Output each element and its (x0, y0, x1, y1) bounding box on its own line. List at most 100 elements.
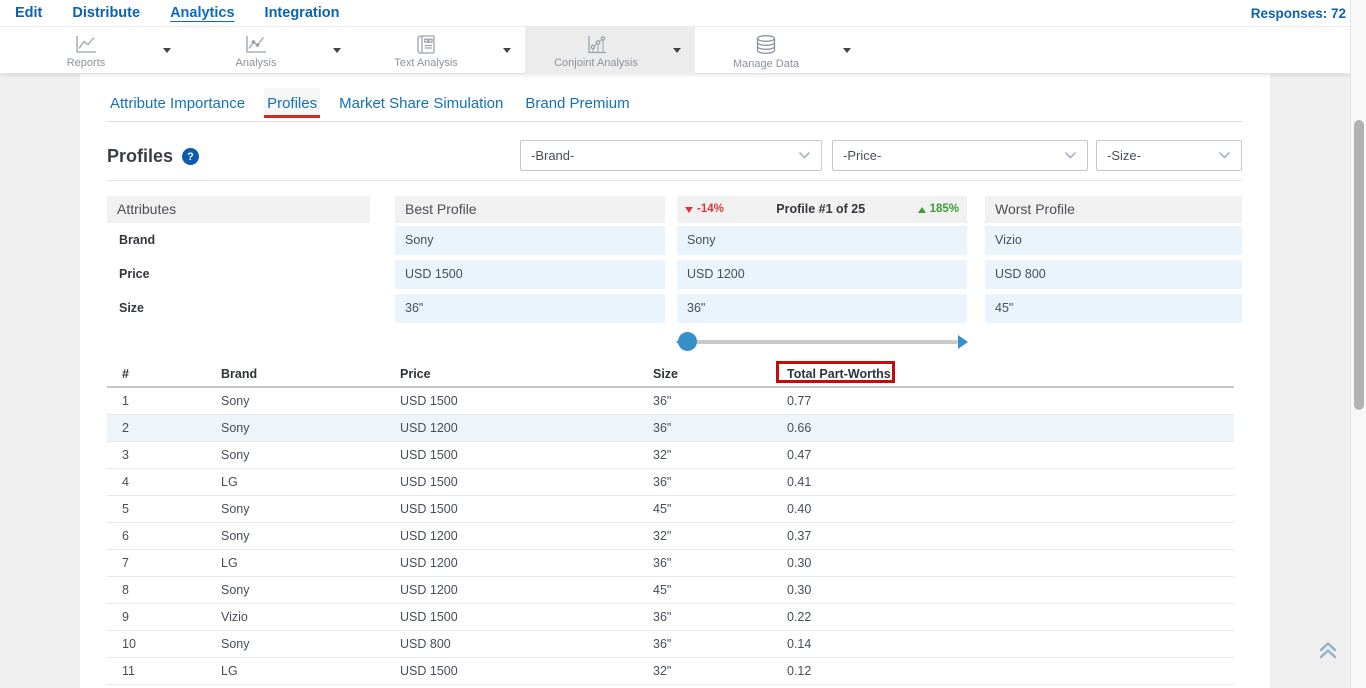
profile-slider-track[interactable] (688, 340, 958, 344)
row-number: 2 (122, 421, 129, 435)
row-number: 3 (122, 448, 129, 462)
chevron-down-icon[interactable] (843, 48, 851, 53)
brand-filter-dropdown[interactable]: -Brand- (520, 140, 822, 171)
row-price: USD 1500 (400, 502, 458, 516)
row-size: 32" (653, 664, 671, 678)
header-size: Size (653, 367, 678, 381)
table-row[interactable]: 4 LG USD 1500 36" 0.41 (107, 469, 1234, 496)
row-price: USD 1200 (400, 529, 458, 543)
table-row[interactable]: 5 Sony USD 1500 45" 0.40 (107, 496, 1234, 523)
chevron-down-icon[interactable] (503, 48, 511, 53)
row-size: 45" (653, 502, 671, 516)
best-profile-column-header: Best Profile (395, 196, 665, 223)
current-profile-brand-cell: Sony (677, 226, 967, 255)
header-number: # (122, 367, 129, 381)
worst-profile-brand-cell: Vizio (985, 226, 1242, 255)
tab-brand-premium[interactable]: Brand Premium (522, 88, 632, 118)
row-brand: Sony (221, 583, 250, 597)
profiles-tab-bar: Attribute Importance Profiles Market Sha… (107, 88, 1242, 122)
price-filter-dropdown[interactable]: -Price- (832, 140, 1088, 171)
annotation-box (776, 361, 895, 383)
worst-profile-size-cell: 45" (985, 294, 1242, 323)
table-row[interactable]: 9 Vizio USD 1500 36" 0.22 (107, 604, 1234, 631)
brand-filter-value: -Brand- (531, 148, 574, 163)
row-number: 5 (122, 502, 129, 516)
toolbar-item-label: Text Analysis (394, 57, 458, 69)
menu-item-distribute[interactable]: Distribute (72, 0, 140, 27)
tab-market-share-simulation[interactable]: Market Share Simulation (336, 88, 506, 118)
row-number: 1 (122, 394, 129, 408)
chevron-down-icon[interactable] (163, 48, 171, 53)
row-price: USD 1500 (400, 448, 458, 462)
line-chart-dots-icon (243, 34, 269, 55)
menu-item-edit[interactable]: Edit (15, 0, 42, 27)
table-row[interactable]: 8 Sony USD 1200 45" 0.30 (107, 577, 1234, 604)
row-brand: LG (221, 556, 238, 570)
decrease-badge: -14% (685, 196, 724, 223)
size-filter-dropdown[interactable]: -Size- (1096, 140, 1242, 171)
profile-slider-handle[interactable] (678, 332, 697, 351)
table-row[interactable]: 1 Sony USD 1500 36" 0.77 (107, 388, 1234, 415)
text-document-icon (414, 34, 438, 55)
menu-item-analytics[interactable]: Analytics (170, 0, 234, 27)
scrollbar-thumb[interactable] (1354, 120, 1364, 410)
row-size: 36" (653, 637, 671, 651)
row-brand: Vizio (221, 610, 248, 624)
attribute-label-price: Price (107, 260, 370, 289)
slider-next-arrow-icon[interactable] (958, 335, 968, 349)
row-number: 7 (122, 556, 129, 570)
row-size: 32" (653, 448, 671, 462)
toolbar-item-label: Analysis (236, 57, 277, 69)
row-size: 36" (653, 421, 671, 435)
toolbar-item-reports[interactable]: Reports (15, 27, 185, 74)
chevron-down-icon[interactable] (673, 48, 681, 53)
table-row[interactable]: 10 Sony USD 800 36" 0.14 (107, 631, 1234, 658)
table-row[interactable]: 3 Sony USD 1500 32" 0.47 (107, 442, 1234, 469)
profiles-table: # Brand Price Size Total Part-Worths 1 S… (107, 362, 1234, 685)
best-profile-brand-cell: Sony (395, 226, 665, 255)
row-brand: Sony (221, 502, 250, 516)
size-filter-value: -Size- (1107, 148, 1141, 163)
row-number: 10 (122, 637, 136, 651)
row-price: USD 1200 (400, 421, 458, 435)
row-number: 11 (122, 664, 135, 678)
table-row[interactable]: 11 LG USD 1500 32" 0.12 (107, 658, 1234, 685)
row-size: 45" (653, 583, 671, 597)
tab-profiles[interactable]: Profiles (264, 88, 320, 118)
row-total-part-worth: 0.66 (787, 421, 811, 435)
current-profile-size-cell: 36" (677, 294, 967, 323)
row-total-part-worth: 0.12 (787, 664, 811, 678)
table-row[interactable]: 2 Sony USD 1200 36" 0.66 (107, 415, 1234, 442)
price-filter-value: -Price- (843, 148, 881, 163)
line-chart-icon (73, 34, 99, 55)
row-brand: LG (221, 475, 238, 489)
row-brand: Sony (221, 448, 250, 462)
vertical-scrollbar[interactable] (1350, 0, 1366, 688)
tab-attribute-importance[interactable]: Attribute Importance (107, 88, 248, 118)
table-row[interactable]: 7 LG USD 1200 36" 0.30 (107, 550, 1234, 577)
row-total-part-worth: 0.30 (787, 556, 811, 570)
double-chevron-up-icon (1313, 637, 1343, 665)
row-brand: Sony (221, 421, 250, 435)
toolbar-item-text-analysis[interactable]: Text Analysis (355, 27, 525, 74)
table-row[interactable]: 6 Sony USD 1200 32" 0.37 (107, 523, 1234, 550)
menu-item-integration[interactable]: Integration (265, 0, 340, 27)
help-icon[interactable]: ? (182, 148, 199, 165)
row-total-part-worth: 0.14 (787, 637, 811, 651)
increase-badge: 185% (918, 196, 959, 223)
attributes-column-header: Attributes (107, 196, 370, 223)
scroll-to-top-button[interactable] (1313, 637, 1343, 665)
content-card: Attribute Importance Profiles Market Sha… (80, 74, 1270, 688)
chevron-down-icon (1218, 151, 1231, 160)
toolbar-item-analysis[interactable]: Analysis (185, 27, 355, 74)
row-brand: Sony (221, 529, 250, 543)
chevron-down-icon[interactable] (333, 48, 341, 53)
row-price: USD 1500 (400, 610, 458, 624)
current-profile-title: Profile #1 of 25 (776, 196, 865, 223)
row-price: USD 1500 (400, 664, 458, 678)
row-price: USD 1200 (400, 583, 458, 597)
triangle-up-icon (918, 207, 926, 213)
toolbar-item-manage-data[interactable]: Manage Data (695, 27, 865, 74)
toolbar-item-conjoint-analysis[interactable]: Conjoint Analysis (525, 27, 695, 74)
top-menu-bar: Edit Distribute Analytics Integration Re… (0, 0, 1366, 27)
